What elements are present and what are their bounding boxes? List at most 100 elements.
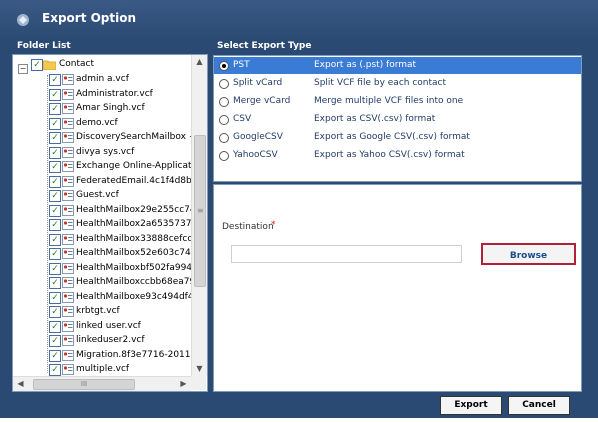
checkbox-checked-icon[interactable]: ✓ xyxy=(49,291,61,304)
radio-icon[interactable] xyxy=(219,133,229,143)
radio-icon[interactable] xyxy=(219,79,229,89)
vcard-icon xyxy=(62,74,74,85)
radio-icon[interactable] xyxy=(219,151,229,161)
tree-item-label: krbtgt.vcf xyxy=(76,306,120,316)
checkbox-checked-icon[interactable]: ✓ xyxy=(49,349,61,362)
vcard-icon xyxy=(62,335,74,346)
tree-item[interactable]: ✓ multiple.vcf xyxy=(13,363,191,376)
destination-path-input[interactable] xyxy=(231,245,462,263)
export-type-list: PST Export as (.pst) format Split vCard Spl… xyxy=(213,55,582,182)
horizontal-scroll-thumb[interactable]: III xyxy=(33,379,135,390)
checkbox-checked-icon[interactable]: ✓ xyxy=(49,204,61,217)
tree-item-label: demo.vcf xyxy=(76,117,118,128)
vcard-icon xyxy=(62,103,74,114)
tree-item[interactable]: ✓ demo.vcf xyxy=(13,117,191,131)
export-option-row[interactable]: Merge vCard Merge multiple VCF files into… xyxy=(214,93,581,110)
vcard-icon xyxy=(62,161,74,172)
checkbox-checked-icon[interactable]: ✓ xyxy=(49,364,61,376)
vcard-icon xyxy=(62,233,74,245)
checkbox-checked-icon[interactable]: ✓ xyxy=(49,103,61,115)
tree-root-contact[interactable]: − ✓ Contact xyxy=(13,58,191,74)
tree-item[interactable]: ✓ divya sys.vcf xyxy=(13,146,191,160)
export-button[interactable]: Export xyxy=(440,396,502,415)
tree-item[interactable]: ✓ HealthMailboxccbb68ea7928 xyxy=(13,276,191,290)
export-option-description: Export as Google CSV(.csv) format xyxy=(314,132,470,142)
export-option-name: CSV xyxy=(233,114,252,124)
tree-item-label: HealthMailbox33888cefcc74 xyxy=(76,233,191,244)
export-option-row[interactable]: Split vCard Split VCF file by each contac… xyxy=(214,75,581,92)
tree-root-label: Contact xyxy=(59,59,95,69)
destination-label: Destination xyxy=(222,222,274,232)
tree-item-label: Guest.vcf xyxy=(76,190,119,200)
vcard-icon xyxy=(62,117,74,129)
checkbox-checked-icon[interactable]: ✓ xyxy=(49,219,61,231)
export-option-row[interactable]: PST Export as (.pst) format xyxy=(214,57,581,74)
vertical-scrollbar[interactable]: ▲ ≡ ▼ xyxy=(191,55,207,376)
tree-item[interactable]: ✓ HealthMailboxbf502fa9940e xyxy=(13,262,191,276)
export-option-window: Export Option Folder List Select Export … xyxy=(0,0,598,418)
tree-item[interactable]: ✓ Exchange Online-Application xyxy=(13,160,191,174)
tree-item[interactable]: ✓ Migration.8f3e7716-2011-43 xyxy=(13,349,191,363)
checkbox-checked-icon[interactable]: ✓ xyxy=(49,262,61,275)
tree-item-label: Migration.8f3e7716-2011-43 xyxy=(76,349,191,360)
radio-selected-icon[interactable] xyxy=(219,61,229,71)
tree-item[interactable]: ✓ admin a.vcf xyxy=(13,73,191,87)
tree-item[interactable]: ✓ HealthMailbox29e255cc740a xyxy=(13,204,191,218)
checkbox-checked-icon[interactable]: ✓ xyxy=(49,306,61,318)
scroll-right-icon[interactable]: ▶ xyxy=(176,377,191,391)
export-option-row[interactable]: CSV Export as CSV(.csv) format xyxy=(214,111,581,128)
vcard-icon xyxy=(62,146,74,158)
folder-list-label: Folder List xyxy=(17,41,71,51)
tree-item[interactable]: ✓ HealthMailboxe93c494df487 xyxy=(13,291,191,305)
vcard-icon xyxy=(62,320,74,332)
tree-item-label: multiple.vcf xyxy=(76,364,130,374)
vcard-icon xyxy=(62,262,74,274)
export-option-name: PST xyxy=(233,60,250,70)
tree-item[interactable]: ✓ Amar Singh.vcf xyxy=(13,102,191,116)
tree-item[interactable]: ✓ HealthMailbox52e603c748d0 xyxy=(13,247,191,261)
scroll-left-icon[interactable]: ◀ xyxy=(13,377,28,391)
tree-item[interactable]: ✓ Administrator.vcf xyxy=(13,88,191,102)
export-option-row[interactable]: GoogleCSV Export as Google CSV(.csv) form… xyxy=(214,129,581,146)
tree-item[interactable]: ✓ linkeduser2.vcf xyxy=(13,334,191,348)
checkbox-checked-icon[interactable]: ✓ xyxy=(49,277,61,289)
tree-item-label: linked user.vcf xyxy=(76,320,141,331)
tree-item-label: admin a.vcf xyxy=(76,74,129,84)
app-icon xyxy=(17,14,29,26)
radio-icon[interactable] xyxy=(219,115,229,125)
checkbox-checked-icon[interactable]: ✓ xyxy=(49,146,61,159)
tree-item[interactable]: ✓ HealthMailbox33888cefcc74 xyxy=(13,233,191,247)
scroll-down-icon[interactable]: ▼ xyxy=(192,362,207,376)
tree-item[interactable]: ✓ linked user.vcf xyxy=(13,320,191,334)
cancel-button[interactable]: Cancel xyxy=(508,396,570,415)
tree-item[interactable]: ✓ DiscoverySearchMailbox {D9 xyxy=(13,131,191,145)
vcard-icon xyxy=(62,306,74,317)
vertical-scroll-thumb[interactable]: ≡ xyxy=(194,135,206,287)
checkbox-checked-icon[interactable]: ✓ xyxy=(49,117,61,130)
horizontal-scrollbar[interactable]: ◀ III ▶ xyxy=(13,376,191,391)
tree-item[interactable]: ✓ HealthMailbox2a6535737160 xyxy=(13,218,191,232)
checkbox-checked-icon[interactable]: ✓ xyxy=(49,88,61,101)
vcard-icon xyxy=(62,175,74,187)
export-option-row[interactable]: YahooCSV Export as Yahoo CSV(.csv) format xyxy=(214,147,581,164)
checkbox-checked-icon[interactable]: ✓ xyxy=(49,320,61,333)
tree-item[interactable]: ✓ FederatedEmail.4c1f4d8b-81 xyxy=(13,175,191,189)
checkbox-checked-icon[interactable]: ✓ xyxy=(49,248,61,260)
folder-icon xyxy=(43,60,56,70)
checkbox-checked-icon[interactable]: ✓ xyxy=(49,233,61,246)
browse-button[interactable]: Browse xyxy=(481,243,576,265)
checkbox-checked-icon[interactable]: ✓ xyxy=(31,59,43,71)
tree-item-label: HealthMailboxccbb68ea7928 xyxy=(76,277,191,287)
checkbox-checked-icon[interactable]: ✓ xyxy=(49,74,61,86)
radio-icon[interactable] xyxy=(219,97,229,107)
checkbox-checked-icon[interactable]: ✓ xyxy=(49,190,61,202)
vcard-icon xyxy=(62,132,74,143)
scroll-up-icon[interactable]: ▲ xyxy=(192,55,207,69)
checkbox-checked-icon[interactable]: ✓ xyxy=(49,161,61,173)
checkbox-checked-icon[interactable]: ✓ xyxy=(49,132,61,144)
checkbox-checked-icon[interactable]: ✓ xyxy=(49,335,61,347)
tree-item[interactable]: ✓ Guest.vcf xyxy=(13,189,191,203)
checkbox-checked-icon[interactable]: ✓ xyxy=(49,175,61,188)
tree-item[interactable]: ✓ krbtgt.vcf xyxy=(13,305,191,319)
tree-item-label: linkeduser2.vcf xyxy=(76,335,145,345)
